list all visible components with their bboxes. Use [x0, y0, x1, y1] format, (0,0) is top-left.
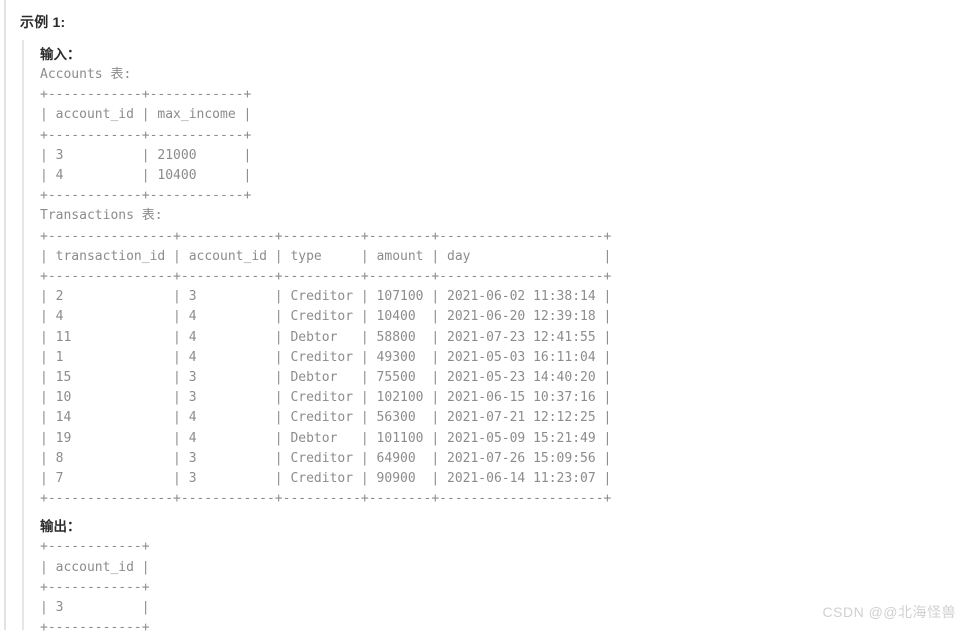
blockquote-inner: 输入： Accounts 表: +------------+----------…: [40, 44, 922, 638]
page-left-rail: [4, 0, 6, 630]
transactions-table-ascii: +----------------+------------+---------…: [40, 228, 612, 507]
content-column: 示例 1: 输入： Accounts 表: +------------+----…: [20, 0, 970, 635]
transactions-table-caption: Transactions 表:: [40, 208, 163, 224]
accounts-table-caption: Accounts 表:: [40, 67, 132, 82]
csdn-watermark: CSDN @@北海怪兽: [822, 604, 956, 620]
output-table-ascii: +------------+ | account_id | +---------…: [40, 539, 150, 636]
output-label: 输出：: [40, 519, 81, 535]
example-blockquote: 输入： Accounts 表: +------------+----------…: [22, 40, 922, 635]
page-title: 示例 1:: [20, 14, 66, 30]
input-label: 输入：: [40, 47, 81, 62]
accounts-table-ascii: +------------+------------+ | account_id…: [40, 87, 252, 204]
